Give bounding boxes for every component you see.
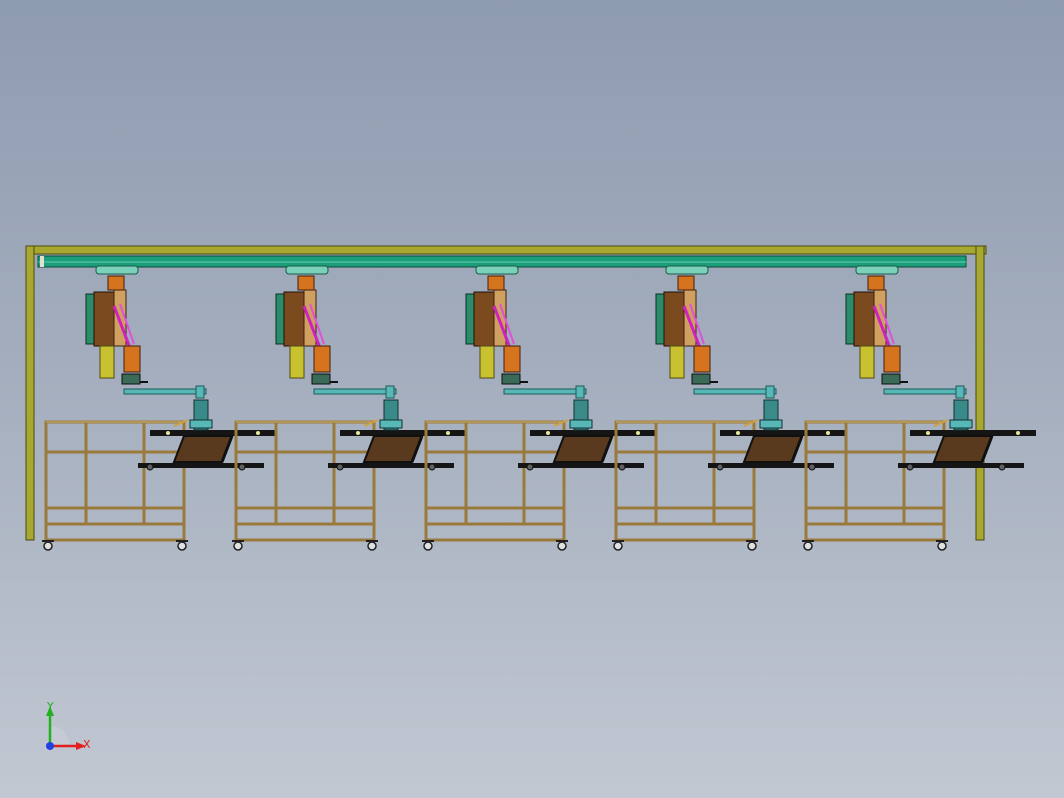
cart-frame	[802, 420, 948, 551]
wheel-icon	[613, 541, 623, 551]
y-axis-label: Y	[46, 700, 54, 713]
wheel-icon	[43, 541, 53, 551]
robot-arm	[85, 265, 148, 385]
wheel-icon	[747, 541, 757, 551]
robot-arm	[655, 265, 718, 385]
station-5	[802, 265, 1036, 551]
wheel-icon	[233, 541, 243, 551]
robot-arm	[465, 265, 528, 385]
conveyor-table	[898, 430, 1036, 471]
assembly-view	[25, 245, 1036, 551]
coordinate-triad-icon: Y X	[46, 700, 91, 751]
wheel-icon	[937, 541, 947, 551]
wheel-icon	[557, 541, 567, 551]
cart-frame	[232, 420, 378, 551]
x-axis-label: X	[83, 738, 91, 751]
cart-frame	[42, 420, 188, 551]
cart-frame	[422, 420, 568, 551]
wheel-icon	[177, 541, 187, 551]
robot-arm	[845, 265, 908, 385]
wheel-icon	[367, 541, 377, 551]
wheel-icon	[423, 541, 433, 551]
conveyor-table	[518, 430, 656, 471]
conveyor-table	[328, 430, 466, 471]
robot-arm	[275, 265, 338, 385]
conveyor-table	[708, 430, 846, 471]
wheel-icon	[803, 541, 813, 551]
cad-viewport[interactable]: Y X	[0, 0, 1064, 798]
cart-frame	[612, 420, 758, 551]
conveyor-table	[138, 430, 276, 471]
